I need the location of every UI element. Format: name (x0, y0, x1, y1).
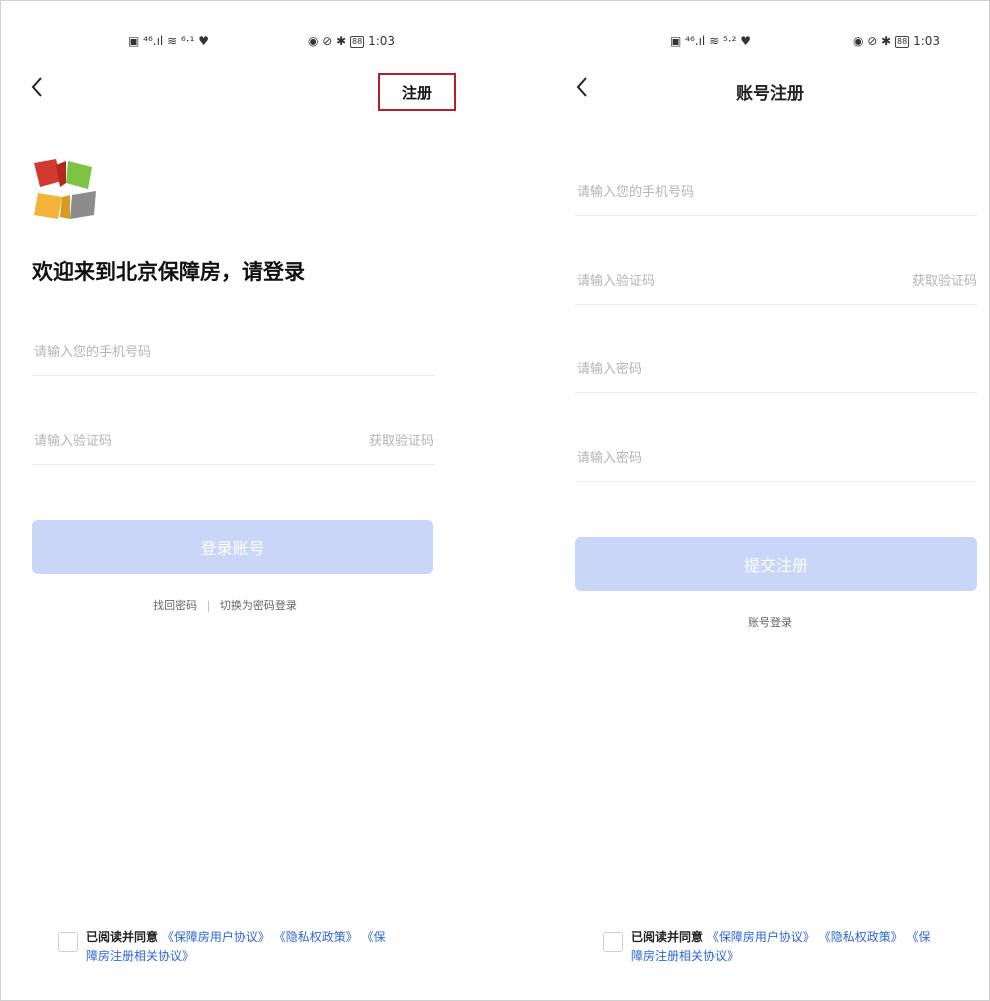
login-button[interactable]: 登录账号 (32, 520, 433, 574)
agreement-text: 已阅读并同意 《保障房用户协议》 《隐私权政策》 《保障房注册相关协议》 (631, 928, 941, 966)
register-link[interactable]: 注册 (378, 73, 456, 111)
account-login-link[interactable]: 账号登录 (545, 614, 990, 630)
chevron-left-icon (31, 77, 42, 97)
register-link-label: 注册 (401, 83, 432, 102)
phone-placeholder: 请输入您的手机号码 (577, 185, 695, 200)
status-bar: ▣ ⁴⁶.ıl ≋ ⁶·¹ ♥ ◉ ⊘ ✱ 88 1:03 (128, 34, 448, 50)
status-indicators: ▣ ⁴⁶.ıl ≋ ⁶·¹ ♥ (128, 34, 209, 48)
status-icons: ◉ ⊘ ✱ (308, 34, 347, 48)
login-links: 找回密码 | 切换为密码登录 (0, 597, 450, 613)
password-confirm-placeholder: 请输入密码 (577, 451, 643, 466)
phone-field[interactable]: 请输入您的手机号码 (32, 327, 434, 376)
status-right: ◉ ⊘ ✱ 88 1:03 (308, 34, 395, 48)
get-code-button[interactable]: 获取验证码 (912, 270, 977, 289)
code-field[interactable]: 请输入验证码 获取验证码 (32, 416, 434, 465)
app-logo (34, 159, 96, 219)
privacy-policy-link[interactable]: 《隐私权政策》 (819, 930, 903, 944)
clock: 1:03 (913, 34, 941, 48)
login-screen: ▣ ⁴⁶.ıl ≋ ⁶·¹ ♥ ◉ ⊘ ✱ 88 1:03 注册 欢迎来到北京保… (0, 0, 456, 1000)
user-agreement-link[interactable]: 《保障房用户协议》 (162, 930, 270, 944)
agreement: 已阅读并同意 《保障房用户协议》 《隐私权政策》 《保障房注册相关协议》 (58, 928, 398, 972)
switch-password-login-link[interactable]: 切换为密码登录 (220, 599, 297, 612)
code-field[interactable]: 请输入验证码 获取验证码 (575, 256, 977, 305)
password-placeholder: 请输入密码 (577, 362, 643, 377)
agree-prefix: 已阅读并同意 (86, 930, 159, 944)
code-placeholder: 请输入验证码 (34, 434, 113, 449)
battery-icon: 88 (895, 36, 910, 48)
agree-checkbox[interactable] (58, 932, 78, 952)
battery-icon: 88 (350, 36, 365, 48)
clock: 1:03 (368, 34, 396, 48)
welcome-heading: 欢迎来到北京保障房，请登录 (32, 260, 305, 284)
page-title: 账号注册 (736, 84, 804, 104)
submit-register-button[interactable]: 提交注册 (575, 537, 977, 591)
status-right: ◉ ⊘ ✱ 88 1:03 (853, 34, 940, 48)
recover-password-link[interactable]: 找回密码 (153, 599, 197, 612)
password-field[interactable]: 请输入密码 (575, 344, 977, 393)
links-separator: | (206, 599, 211, 612)
back-button[interactable] (30, 76, 50, 100)
agree-checkbox[interactable] (603, 932, 623, 952)
user-agreement-link[interactable]: 《保障房用户协议》 (707, 930, 815, 944)
password-confirm-field[interactable]: 请输入密码 (575, 433, 977, 482)
status-indicators: ▣ ⁴⁶.ıl ≋ ⁵·² ♥ (670, 34, 751, 48)
phone-placeholder: 请输入您的手机号码 (34, 345, 152, 360)
status-icons: ◉ ⊘ ✱ (853, 34, 892, 48)
agreement-text: 已阅读并同意 《保障房用户协议》 《隐私权政策》 《保障房注册相关协议》 (86, 928, 396, 966)
agreement: 已阅读并同意 《保障房用户协议》 《隐私权政策》 《保障房注册相关协议》 (603, 928, 943, 972)
status-bar: ▣ ⁴⁶.ıl ≋ ⁵·² ♥ ◉ ⊘ ✱ 88 1:03 (670, 34, 990, 50)
code-placeholder: 请输入验证码 (577, 274, 656, 289)
register-screen: ▣ ⁴⁶.ıl ≋ ⁵·² ♥ ◉ ⊘ ✱ 88 1:03 账号注册 请输入您的… (545, 0, 990, 1000)
agree-prefix: 已阅读并同意 (631, 930, 704, 944)
phone-field[interactable]: 请输入您的手机号码 (575, 167, 977, 216)
get-code-button[interactable]: 获取验证码 (369, 430, 434, 449)
privacy-policy-link[interactable]: 《隐私权政策》 (274, 930, 358, 944)
